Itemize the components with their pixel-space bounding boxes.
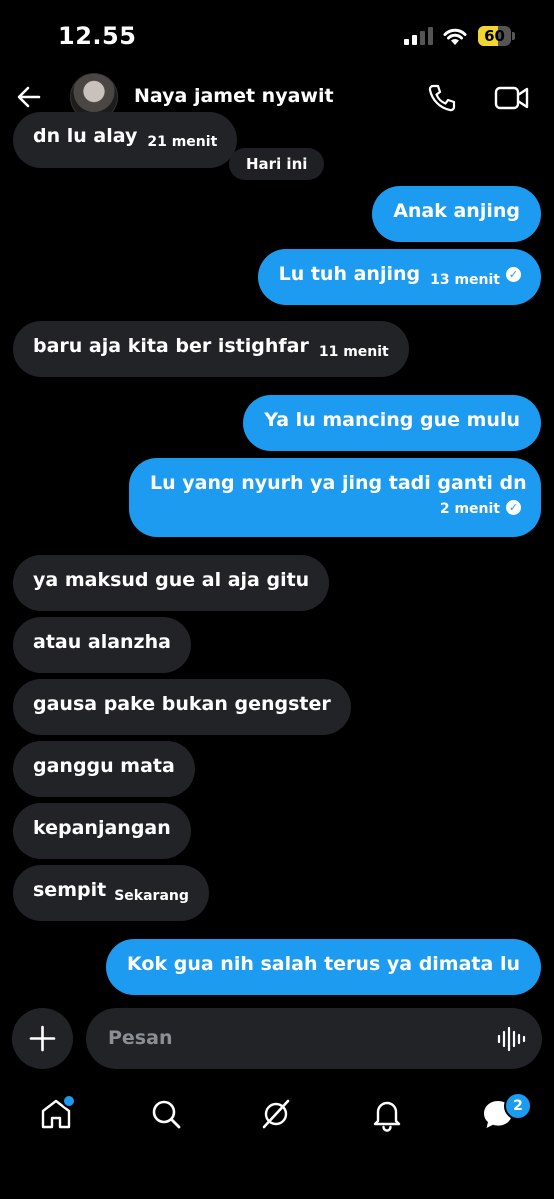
message-text: Lu yang nyurh ya jing tadi ganti dn	[150, 472, 527, 494]
message-time: 2 menit	[439, 501, 500, 517]
home-notification-dot	[62, 1094, 76, 1108]
message-input[interactable]: Pesan	[86, 1008, 542, 1069]
message-text: Lu tuh anjing	[278, 263, 421, 285]
message-bubble-incoming[interactable]: atau alanzha	[13, 617, 191, 673]
plus-icon	[29, 1025, 56, 1052]
message-text: Kok gua nih salah terus ya dimata lu	[127, 953, 520, 975]
read-receipt-icon: ✓	[506, 500, 521, 515]
message-bubble-outgoing[interactable]: Ya lu mancing gue mulu	[243, 395, 541, 451]
message-text: Anak anjing	[393, 200, 520, 222]
video-call-icon[interactable]	[494, 84, 530, 112]
message-text: Ya lu mancing gue mulu	[264, 409, 520, 431]
message-bubble-incoming[interactable]: kepanjangan	[13, 803, 191, 859]
message-time: 13 menit	[430, 272, 500, 288]
voice-message-icon[interactable]	[496, 1024, 526, 1054]
message-bubble-outgoing[interactable]: Kok gua nih salah terus ya dimata lu	[106, 939, 541, 995]
message-bubble-incoming[interactable]: sempit Sekarang	[13, 865, 209, 921]
read-receipt-icon: ✓	[506, 267, 521, 282]
message-bubble-incoming[interactable]: ya maksud gue al aja gitu	[13, 555, 330, 611]
message-bubble-outgoing[interactable]: Anak anjing	[372, 186, 541, 242]
message-text: gausa pake bukan gengster	[33, 693, 331, 715]
wifi-icon	[443, 28, 467, 45]
message-bubble-incoming[interactable]: gausa pake bukan gengster	[13, 679, 351, 735]
back-arrow-icon[interactable]	[14, 82, 44, 112]
message-bubble-incoming[interactable]: baru aja kita ber istighfar 11 menit	[13, 321, 409, 377]
message-bubble-outgoing[interactable]: Lu tuh anjing 13 menit ✓	[257, 249, 541, 305]
status-time: 12.55	[58, 22, 137, 50]
message-bubble-outgoing[interactable]: Lu yang nyurh ya jing tadi ganti dn 2 me…	[129, 458, 541, 537]
message-text: dn lu alay	[33, 125, 138, 147]
battery-percentage: 60	[484, 27, 505, 45]
day-separator: Hari ini	[229, 148, 325, 180]
message-bubble-incoming[interactable]: dn lu alay 21 menit	[13, 112, 238, 168]
notifications-icon[interactable]	[369, 1096, 405, 1132]
message-text: ganggu mata	[33, 755, 175, 777]
message-input-placeholder: Pesan	[108, 1027, 173, 1049]
phone-call-icon[interactable]	[426, 82, 458, 114]
message-text: baru aja kita ber istighfar	[33, 335, 309, 357]
message-time: 11 menit	[318, 344, 389, 360]
grok-icon[interactable]	[258, 1096, 294, 1132]
message-text: ya maksud gue al aja gitu	[33, 569, 310, 591]
cellular-signal-icon	[404, 27, 433, 45]
message-bubble-incoming[interactable]: ganggu mata	[13, 741, 195, 797]
battery-icon: 60	[478, 26, 516, 46]
message-text: atau alanzha	[33, 631, 171, 653]
message-text: sempit	[33, 879, 107, 901]
search-icon[interactable]	[148, 1096, 184, 1132]
message-text: kepanjangan	[33, 817, 171, 839]
messages-badge: 2	[504, 1092, 532, 1120]
contact-name[interactable]: Naya jamet nyawit	[134, 85, 334, 107]
message-time: Sekarang	[114, 888, 189, 904]
message-time: 21 menit	[147, 134, 218, 150]
add-attachment-button[interactable]	[12, 1008, 73, 1069]
